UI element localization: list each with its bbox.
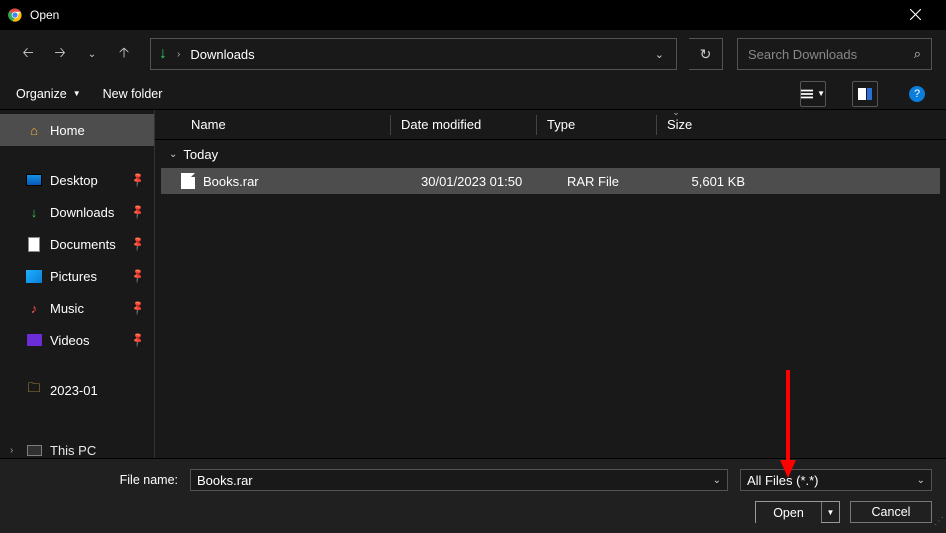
search-placeholder: Search Downloads (748, 47, 857, 62)
pin-icon: 📌 (129, 300, 146, 316)
sidebar-item-music[interactable]: ♪ Music 📌 (0, 292, 154, 324)
sidebar-label: Videos (50, 333, 90, 348)
group-label: Today (183, 147, 218, 162)
open-dropdown-button[interactable]: ▼ (821, 502, 839, 522)
up-button[interactable]: 🡡 (110, 38, 138, 70)
file-list-panel: Name Date modified Type Size ⌄ ⌄ Today B… (155, 110, 946, 458)
pin-icon: 📌 (129, 204, 146, 220)
folder-icon: 🗀 (26, 382, 42, 398)
navigation-bar: 🡠 🡢 ⌄ 🡡 ↓ › Downloads ⌄ ↻ Search Downloa… (0, 30, 946, 78)
pin-icon: 📌 (129, 236, 146, 252)
caret-down-icon: ▼ (817, 89, 825, 98)
pin-icon: 📌 (129, 268, 146, 284)
sidebar-label: Pictures (50, 269, 97, 284)
videos-icon (26, 332, 42, 348)
desktop-icon (26, 172, 42, 188)
title-bar: Open (0, 0, 946, 30)
cancel-button[interactable]: Cancel (850, 501, 932, 523)
download-icon: ↓ (159, 45, 167, 63)
organize-label: Organize (16, 87, 67, 101)
sort-indicator-icon: ⌄ (665, 107, 687, 118)
document-icon (26, 236, 42, 252)
monitor-icon (26, 442, 42, 458)
chrome-icon (8, 8, 22, 22)
sidebar-item-thispc[interactable]: › This PC (0, 434, 154, 458)
sidebar-label: 2023-01 (50, 383, 98, 398)
sidebar-item-downloads[interactable]: ↓ Downloads 📌 (0, 196, 154, 228)
pictures-icon (26, 268, 42, 284)
download-icon: ↓ (26, 204, 42, 220)
search-input[interactable]: Search Downloads ⌕ (737, 38, 932, 70)
file-size: 5,601 KB (677, 174, 755, 189)
preview-pane-button[interactable] (852, 81, 878, 107)
sidebar-label: Music (50, 301, 84, 316)
bottom-panel: File name: Books.rar ⌄ All Files (*.*) ⌄… (0, 458, 946, 533)
sidebar-item-videos[interactable]: Videos 📌 (0, 324, 154, 356)
sidebar-label: Desktop (50, 173, 98, 188)
address-bar[interactable]: ↓ › Downloads ⌄ (150, 38, 677, 70)
filename-value: Books.rar (197, 473, 253, 488)
file-name: Books.rar (203, 174, 259, 189)
home-icon: ⌂ (26, 122, 42, 138)
file-row[interactable]: Books.rar 30/01/2023 01:50 RAR File 5,60… (161, 168, 940, 194)
sidebar-item-pictures[interactable]: Pictures 📌 (0, 260, 154, 292)
organize-button[interactable]: Organize ▼ (16, 87, 81, 101)
pin-icon: 📌 (129, 172, 146, 188)
sidebar-item-home[interactable]: ⌂ Home (0, 114, 154, 146)
sidebar-label: Home (50, 123, 85, 138)
music-icon: ♪ (26, 300, 42, 316)
recent-dropdown[interactable]: ⌄ (78, 38, 106, 70)
chevron-right-icon: › (10, 445, 13, 456)
resize-grip-icon[interactable]: ⋰ (932, 519, 944, 531)
column-type[interactable]: Type (536, 115, 656, 135)
sidebar-item-desktop[interactable]: Desktop 📌 (0, 164, 154, 196)
sidebar: ⌂ Home Desktop 📌 ↓ Downloads 📌 Documents… (0, 110, 155, 458)
file-type: RAR File (557, 174, 677, 189)
chevron-down-icon: ⌄ (169, 149, 177, 160)
sidebar-item-documents[interactable]: Documents 📌 (0, 228, 154, 260)
window-title: Open (30, 8, 59, 22)
toolbar: Organize ▼ New folder ▼ ? (0, 78, 946, 110)
sidebar-label: Documents (50, 237, 116, 252)
refresh-button[interactable]: ↻ (689, 38, 723, 70)
sidebar-label: This PC (50, 443, 96, 458)
search-icon: ⌕ (914, 46, 921, 62)
breadcrumb-current[interactable]: Downloads (190, 47, 254, 62)
open-button-group: Open ▼ (755, 501, 840, 523)
sidebar-label: Downloads (50, 205, 114, 220)
help-button[interactable]: ? (904, 81, 930, 107)
filename-label: File name: (14, 473, 184, 487)
caret-down-icon: ▼ (73, 89, 81, 98)
forward-button[interactable]: 🡢 (46, 38, 74, 70)
sidebar-item-folder[interactable]: 🗀 2023-01 (0, 374, 154, 406)
view-mode-button[interactable]: ▼ (800, 81, 826, 107)
close-button[interactable] (892, 0, 938, 30)
open-button[interactable]: Open (756, 502, 821, 524)
main-panel: ⌂ Home Desktop 📌 ↓ Downloads 📌 Documents… (0, 110, 946, 458)
file-icon (181, 173, 195, 189)
file-type-filter[interactable]: All Files (*.*) ⌄ (740, 469, 932, 491)
filename-input[interactable]: Books.rar ⌄ (190, 469, 728, 491)
group-header-today[interactable]: ⌄ Today (155, 140, 946, 168)
chevron-down-icon[interactable]: ⌄ (713, 475, 721, 486)
column-name[interactable]: Name (155, 115, 390, 135)
filter-value: All Files (*.*) (747, 473, 819, 488)
column-headers: Name Date modified Type Size (155, 110, 946, 140)
chevron-down-icon: ⌄ (917, 475, 925, 486)
back-button[interactable]: 🡠 (14, 38, 42, 70)
breadcrumb-separator-icon: › (177, 49, 180, 60)
file-date: 30/01/2023 01:50 (411, 174, 557, 189)
address-dropdown-icon[interactable]: ⌄ (651, 48, 668, 61)
column-date[interactable]: Date modified (390, 115, 536, 135)
help-icon: ? (909, 86, 925, 102)
new-folder-button[interactable]: New folder (103, 87, 163, 101)
pin-icon: 📌 (129, 332, 146, 348)
